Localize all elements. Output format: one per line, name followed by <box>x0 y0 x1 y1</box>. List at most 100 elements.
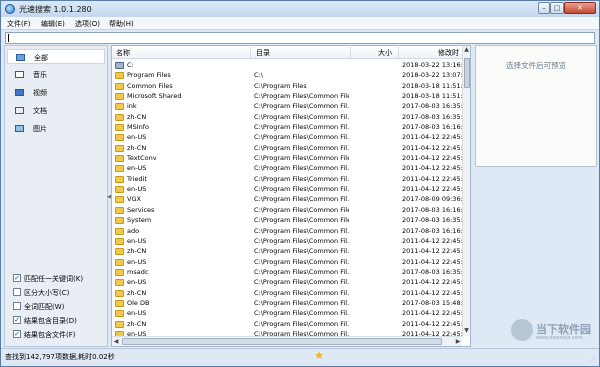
checkbox-checked[interactable]: ✓ <box>13 316 21 324</box>
horizontal-scrollbar[interactable]: ◀ ▶ <box>112 336 462 346</box>
category-label: 图片 <box>33 125 47 133</box>
video-icon <box>15 89 24 96</box>
table-row[interactable]: System C:\Program Files\Common Files 2017-… <box>112 215 462 225</box>
minimize-button[interactable]: – <box>538 2 550 14</box>
menu-edit[interactable]: 编辑(E) <box>41 19 65 29</box>
text-caret <box>8 34 9 42</box>
option-include-files[interactable]: ✓ 结果包含文件(F) <box>13 329 109 340</box>
folder-icon <box>115 113 124 121</box>
checkbox-unchecked[interactable] <box>13 288 21 296</box>
status-bar: 查找到142,797项数据,耗时0.02秒 ★ ⋰ <box>1 348 599 366</box>
table-row[interactable]: MSInfo C:\Program Files\Common Fil... 2017… <box>112 122 462 132</box>
menu-options[interactable]: 选项(O) <box>75 19 100 29</box>
title-bar[interactable]: 光速搜索 1.0.1.280 – □ ✕ <box>1 1 599 17</box>
scroll-left-arrow-icon[interactable]: ◀ <box>112 337 120 346</box>
favorite-star-icon[interactable]: ★ <box>313 350 325 362</box>
menu-file[interactable]: 文件(F) <box>7 19 31 29</box>
table-row[interactable]: Services C:\Program Files\Common Files 201… <box>112 205 462 215</box>
table-row[interactable]: en-US C:\Program Files\Common Fil... 2011-… <box>112 257 462 267</box>
file-name: en-US <box>127 185 147 194</box>
file-directory: C:\ <box>254 71 263 80</box>
file-modified: 2011-04-12 22:45: <box>402 164 462 173</box>
vertical-scroll-thumb[interactable] <box>464 58 470 88</box>
folder-icon <box>115 299 124 307</box>
folder-icon <box>115 227 124 235</box>
table-row[interactable]: C: 2018-03-22 13:16:5 <box>112 60 462 70</box>
resize-grip-icon[interactable]: ⋰ <box>589 356 597 364</box>
option-match-any-keyword[interactable]: ✓ 匹配任一关键词(K) <box>13 273 109 284</box>
option-whole-word[interactable]: 全词匹配(W) <box>13 301 109 312</box>
file-name: Triedit <box>127 174 147 183</box>
file-modified: 2011-04-12 22:45: <box>402 133 462 142</box>
folder-icon <box>115 310 124 318</box>
watermark-logo-icon <box>511 319 533 341</box>
table-row[interactable]: zh-CN C:\Program Files\Common Fil... 2011-… <box>112 319 462 329</box>
file-name: en-US <box>127 133 147 142</box>
column-header-name[interactable]: 名称 <box>116 48 130 58</box>
column-divider[interactable] <box>250 47 251 58</box>
category-picture[interactable]: 图片 <box>7 121 105 136</box>
table-row[interactable]: zh-CN C:\Program Files\Common Fil... 2011-… <box>112 288 462 298</box>
checkbox-checked[interactable]: ✓ <box>13 274 21 282</box>
table-row[interactable]: zh-CN C:\Program Files\Common Fil... 2011-… <box>112 246 462 256</box>
close-button[interactable]: ✕ <box>564 2 596 14</box>
folder-icon <box>115 196 124 204</box>
file-modified: 2011-04-12 22:45: <box>402 185 462 194</box>
search-input[interactable] <box>5 32 595 44</box>
table-row[interactable]: Microsoft Shared C:\Program Files\Common … <box>112 91 462 101</box>
table-row[interactable]: en-US C:\Program Files\Common Fil... 2011-… <box>112 329 462 336</box>
file-directory: C:\Program Files\Common Fil... <box>254 278 349 287</box>
menu-help[interactable]: 帮助(H) <box>109 19 134 29</box>
table-row[interactable]: Program Files C:\ 2018-03-22 13:07: <box>112 70 462 80</box>
table-row[interactable]: ado C:\Program Files\Common Fil... 2017-08… <box>112 226 462 236</box>
file-directory: C:\Program Files\Common Files <box>254 216 349 225</box>
table-row[interactable]: Triedit C:\Program Files\Common Fil... 201… <box>112 174 462 184</box>
column-header-directory[interactable]: 目录 <box>256 48 270 58</box>
column-divider[interactable] <box>350 47 351 58</box>
table-row[interactable]: en-US C:\Program Files\Common Fil... 2011-… <box>112 236 462 246</box>
file-directory: C:\Program Files\Common Fil... <box>254 309 349 318</box>
folder-icon <box>115 134 124 142</box>
column-divider[interactable] <box>398 47 399 58</box>
preview-placeholder: 选择文件后可预览 <box>506 61 566 70</box>
checkbox-unchecked[interactable] <box>13 302 21 310</box>
file-modified: 2017-08-09 09:36: <box>402 195 462 204</box>
table-row[interactable]: TextConv C:\Program Files\Common Files 201… <box>112 153 462 163</box>
column-header-size[interactable]: 大小 <box>378 48 392 58</box>
option-case-sensitive[interactable]: 区分大小写(C) <box>13 287 109 298</box>
table-row[interactable]: zh-CN C:\Program Files\Common Fil... 2011-… <box>112 143 462 153</box>
file-modified: 2018-03-18 11:51: <box>402 92 462 101</box>
maximize-button[interactable]: □ <box>550 2 564 14</box>
table-row[interactable]: en-US C:\Program Files\Common Fil... 2011-… <box>112 277 462 287</box>
folder-icon <box>115 258 124 266</box>
column-header-modified[interactable]: 修改时 <box>438 48 459 58</box>
scroll-down-arrow-icon[interactable]: ▼ <box>463 327 470 335</box>
checkbox-checked[interactable]: ✓ <box>13 330 21 338</box>
scroll-right-arrow-icon[interactable]: ▶ <box>454 337 462 346</box>
category-document[interactable]: 文档 <box>7 103 105 118</box>
table-row[interactable]: msadc C:\Program Files\Common Fil... 2017-… <box>112 267 462 277</box>
category-all[interactable]: 全部 <box>7 49 105 64</box>
table-row[interactable]: en-US C:\Program Files\Common Fil... 2011-… <box>112 163 462 173</box>
vertical-scrollbar[interactable]: ▲ ▼ <box>462 46 470 336</box>
option-label: 匹配任一关键词(K) <box>24 275 84 283</box>
table-row[interactable]: en-US C:\Program Files\Common Fil... 2011-… <box>112 184 462 194</box>
file-modified: 2018-03-22 13:16:5 <box>402 61 462 69</box>
table-row[interactable]: Common Files C:\Program Files 2018-03-18 1… <box>112 81 462 91</box>
scroll-up-arrow-icon[interactable]: ▲ <box>463 46 470 54</box>
file-name: Microsoft Shared <box>127 92 182 101</box>
table-row[interactable]: en-US C:\Program Files\Common Fil... 2011-… <box>112 132 462 142</box>
file-modified: 2011-04-12 22:45: <box>402 309 462 318</box>
category-video[interactable]: 视频 <box>7 85 105 100</box>
file-modified: 2018-03-22 13:07: <box>402 71 462 80</box>
horizontal-scroll-thumb[interactable] <box>122 338 442 345</box>
file-name: en-US <box>127 236 147 245</box>
results-rows: C: 2018-03-22 13:16:5 Program Files C:\ 2018… <box>112 60 462 336</box>
option-include-directories[interactable]: ✓ 结果包含目录(D) <box>13 315 109 326</box>
table-row[interactable]: VGX C:\Program Files\Common Fil... 2017-08… <box>112 194 462 204</box>
category-music[interactable]: 音乐 <box>7 67 105 82</box>
table-row[interactable]: Ole DB C:\Program Files\Common Fil... 2017… <box>112 298 462 308</box>
table-row[interactable]: en-US C:\Program Files\Common Fil... 2011-… <box>112 308 462 318</box>
table-row[interactable]: ink C:\Program Files\Common Fil... 2017-08… <box>112 101 462 111</box>
table-row[interactable]: zh-CN C:\Program Files\Common Fil... 2017-… <box>112 112 462 122</box>
